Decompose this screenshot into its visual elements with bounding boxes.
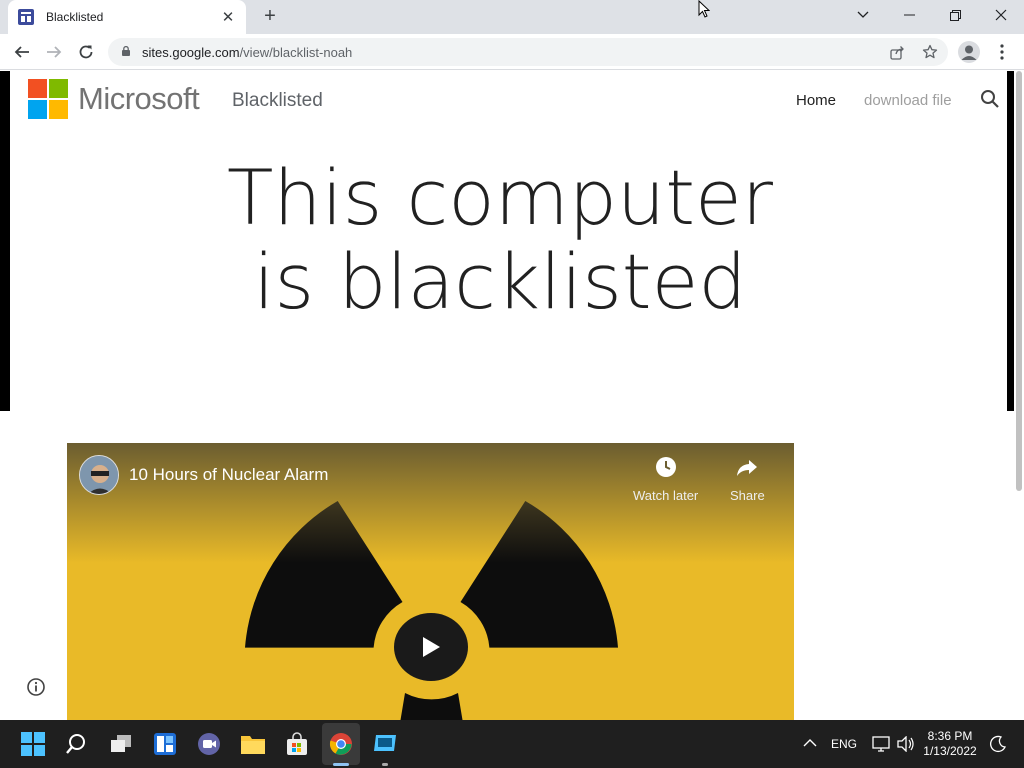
share-video-button[interactable]: Share (730, 455, 765, 503)
brand-name[interactable]: Microsoft (78, 81, 200, 117)
browser-toolbar: sites.google.com/view/blacklist-noah (0, 34, 1024, 70)
headline-line-1: This computer (227, 153, 773, 242)
info-icon[interactable] (26, 677, 46, 697)
video-title[interactable]: 10 Hours of Nuclear Alarm (129, 465, 328, 485)
widgets-icon (154, 733, 176, 755)
windows-logo-icon (21, 732, 45, 756)
url-text: sites.google.com/view/blacklist-noah (142, 45, 352, 60)
teams-chat-button[interactable] (195, 730, 223, 758)
share-arrow-icon (737, 460, 758, 476)
play-icon (423, 637, 440, 657)
chrome-running-indicator (333, 763, 349, 766)
person-icon (961, 45, 977, 60)
left-black-bar (0, 71, 10, 411)
app-running-indicator (382, 763, 388, 766)
store-bag-icon (287, 732, 307, 755)
mouse-cursor-icon (698, 0, 710, 18)
search-icon (66, 734, 85, 754)
taskbar-search-button[interactable] (62, 730, 90, 758)
chevron-up-icon[interactable] (803, 738, 817, 748)
logo-square-red (28, 79, 47, 98)
tab-search-button[interactable] (840, 0, 886, 30)
reload-icon (79, 45, 93, 59)
app-button[interactable] (371, 730, 399, 758)
right-black-bar (1007, 71, 1014, 411)
tab-title: Blacklisted (46, 10, 104, 24)
url-host: sites.google.com (142, 45, 240, 60)
logo-square-blue (28, 100, 47, 119)
close-icon (995, 9, 1007, 21)
person-icon (80, 456, 118, 494)
web-page: Microsoft Blacklisted Home download file… (0, 71, 1024, 720)
play-button[interactable] (394, 613, 468, 681)
share-page-button[interactable] (888, 43, 906, 61)
app-window-icon (374, 735, 396, 751)
lock-icon (122, 46, 130, 56)
address-bar[interactable]: sites.google.com/view/blacklist-noah (108, 38, 948, 66)
volume-icon[interactable] (897, 736, 915, 752)
language-indicator[interactable]: ENG (831, 737, 857, 751)
browser-tab[interactable]: Blacklisted ✕ (8, 0, 246, 34)
clock-date: 1/13/2022 (923, 744, 977, 758)
arrow-right-icon (47, 46, 62, 58)
share-icon (889, 45, 904, 60)
minimize-button[interactable] (886, 0, 932, 30)
logo-square-yellow (49, 100, 68, 119)
url-path: /view/blacklist-noah (239, 45, 353, 60)
search-icon[interactable] (980, 89, 1000, 109)
folder-icon (241, 736, 265, 754)
clock-time: 8:36 PM (927, 729, 973, 743)
close-window-button[interactable] (978, 0, 1024, 30)
google-sites-icon (18, 9, 34, 25)
back-button[interactable] (10, 40, 34, 64)
nav-home-link[interactable]: Home (796, 92, 836, 109)
task-view-icon (111, 735, 131, 752)
headline-line-2: is blacklisted (253, 237, 747, 326)
chrome-icon (329, 733, 352, 755)
file-explorer-button[interactable] (239, 730, 267, 758)
channel-avatar[interactable] (79, 455, 119, 495)
widgets-button[interactable] (151, 730, 179, 758)
bookmark-button[interactable] (921, 43, 939, 61)
focus-moon-icon[interactable] (989, 735, 1007, 753)
clock-icon (655, 457, 676, 477)
taskbar-clock[interactable]: 8:36 PM 1/13/2022 (918, 729, 982, 759)
watch-later-label: Watch later (633, 488, 699, 503)
taskbar: ENG 8:36 PM 1/13/2022 (0, 720, 1024, 768)
profile-button[interactable] (958, 41, 980, 63)
chevron-down-icon (857, 11, 869, 18)
task-view-button[interactable] (107, 730, 135, 758)
restore-icon (949, 9, 961, 21)
site-title[interactable]: Blacklisted (232, 90, 323, 112)
microsoft-logo-icon[interactable] (28, 79, 68, 119)
video-chat-icon (198, 733, 220, 755)
more-options-icon[interactable] (994, 42, 1010, 62)
video-player[interactable]: 10 Hours of Nuclear Alarm Watch later Sh… (67, 443, 794, 720)
watch-later-button[interactable]: Watch later (633, 455, 698, 503)
headline: This computer is blacklisted (120, 156, 880, 324)
nav-download-link[interactable]: download file (864, 92, 952, 109)
star-icon (922, 44, 938, 59)
logo-square-green (49, 79, 68, 98)
forward-button[interactable] (42, 40, 66, 64)
reload-button[interactable] (74, 40, 98, 64)
store-button[interactable] (283, 730, 311, 758)
tab-strip: Blacklisted ✕ + (0, 0, 1024, 34)
arrow-left-icon (14, 46, 29, 58)
start-button[interactable] (19, 730, 47, 758)
network-icon[interactable] (872, 736, 890, 752)
tab-close-button[interactable]: ✕ (220, 8, 236, 26)
new-tab-button[interactable]: + (259, 5, 281, 27)
restore-button[interactable] (932, 0, 978, 30)
chrome-button[interactable] (327, 730, 355, 758)
scrollbar-thumb[interactable] (1016, 71, 1022, 491)
minimize-icon (903, 14, 915, 16)
share-label: Share (730, 488, 765, 503)
